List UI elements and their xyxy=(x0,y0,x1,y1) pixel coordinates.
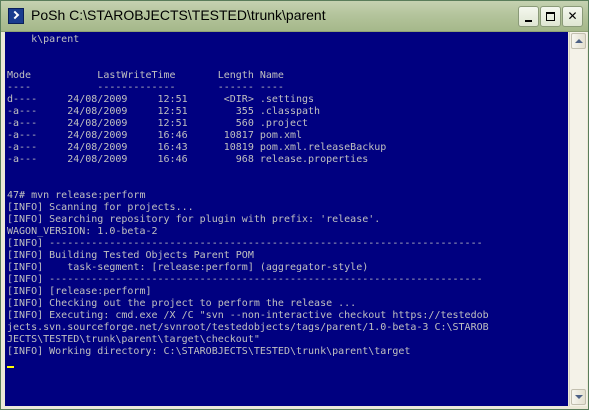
console-line: -a--- 24/08/2009 16:46 10817 pom.xml xyxy=(7,130,303,141)
console-line: [INFO] Checking out the project to perfo… xyxy=(7,298,357,309)
console-line: -a--- 24/08/2009 12:51 560 .project xyxy=(7,118,309,129)
minimize-button[interactable] xyxy=(518,6,539,27)
console-line: [INFO] ---------------------------------… xyxy=(7,274,483,285)
scroll-down-arrow-icon[interactable] xyxy=(571,389,586,405)
console-line: WAGON_VERSION: 1.0-beta-2 xyxy=(7,226,158,237)
console-line: [INFO] Searching repository for plugin w… xyxy=(7,214,381,225)
console-line: k\parent xyxy=(7,34,80,45)
console-line: ---- ------------- ------ ---- xyxy=(7,82,284,93)
console-line: -a--- 24/08/2009 16:43 10819 pom.xml.rel… xyxy=(7,142,387,153)
console-line: jects.svn.sourceforge.net/svnroot/tested… xyxy=(7,322,489,333)
vertical-scrollbar[interactable] xyxy=(569,32,587,406)
console-line: [INFO] Executing: cmd.exe /X /C "svn --n… xyxy=(7,310,489,321)
maximize-button[interactable] xyxy=(540,6,561,27)
console-line: d---- 24/08/2009 12:51 <DIR> .settings xyxy=(7,94,315,105)
console-line: Mode LastWriteTime Length Name xyxy=(7,70,284,81)
text-cursor xyxy=(7,366,14,368)
console-output[interactable]: k\parent Mode LastWriteTime Length Name --… xyxy=(5,32,568,406)
console-line: [INFO] [release:perform] xyxy=(7,286,152,297)
console-line: [INFO] task-segment: [release:perform] (… xyxy=(7,262,369,273)
console-line: [INFO] Building Tested Objects Parent PO… xyxy=(7,250,254,261)
console-line: -a--- 24/08/2009 12:51 355 .classpath xyxy=(7,106,321,117)
close-button[interactable]: ✕ xyxy=(562,6,583,27)
title-bar[interactable]: PoSh C:\STAROBJECTS\TESTED\trunk\parent … xyxy=(1,1,588,32)
console-line: [INFO] Scanning for projects... xyxy=(7,202,194,213)
console-line: [INFO] Working directory: C:\STAROBJECTS… xyxy=(7,346,411,357)
console-line: -a--- 24/08/2009 16:46 968 release.prope… xyxy=(7,154,369,165)
window-title: PoSh C:\STAROBJECTS\TESTED\trunk\parent xyxy=(31,7,326,23)
powershell-icon[interactable] xyxy=(8,8,24,24)
console-line: JECTS\TESTED\trunk\parent\target\checkou… xyxy=(7,334,260,345)
console-window: PoSh C:\STAROBJECTS\TESTED\trunk\parent … xyxy=(0,0,589,410)
scroll-up-arrow-icon[interactable] xyxy=(571,33,586,49)
console-line: [INFO] ---------------------------------… xyxy=(7,238,483,249)
console-line: 47# mvn release:perform xyxy=(7,190,146,201)
